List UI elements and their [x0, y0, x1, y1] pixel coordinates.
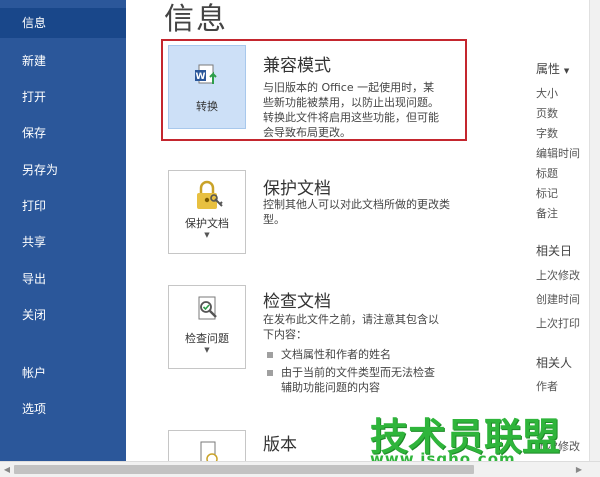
- prop-title: 标题: [536, 167, 558, 180]
- backstage-sidebar: 信息 新建 打开 保存 另存为 打印 共享 导出 关闭 帐户 选项: [0, 0, 126, 461]
- nav-save[interactable]: 保存: [0, 118, 126, 148]
- chevron-down-icon: ▼: [204, 346, 210, 354]
- inspect-description: 在发布此文件之前，请注意其包含以下内容：: [263, 313, 439, 341]
- protect-title: 保护文档: [263, 179, 331, 199]
- prop-author: 作者: [536, 380, 558, 393]
- versions-title: 版本: [263, 435, 297, 455]
- nav-options[interactable]: 选项: [0, 394, 126, 424]
- nav-new[interactable]: 新建: [0, 46, 126, 76]
- highlight-frame: [161, 39, 467, 141]
- scrollbar-thumb[interactable]: [14, 465, 474, 474]
- protect-description: 控制其他人可以对此文档所做的更改类型。: [263, 198, 450, 226]
- nav-print[interactable]: 打印: [0, 191, 126, 221]
- related-people-header: 相关人: [536, 356, 573, 370]
- check-issues-label: 检查问题: [185, 332, 229, 345]
- prop-created: 创建时间: [536, 293, 580, 306]
- protect-label: 保护文档: [185, 217, 229, 230]
- prop-last-modified: 上次修改: [536, 269, 580, 282]
- page-title: 信息: [164, 2, 228, 37]
- scroll-left-icon[interactable]: ◀: [2, 464, 12, 475]
- prop-words: 字数: [536, 127, 558, 140]
- nav-save-as[interactable]: 另存为: [0, 155, 126, 185]
- inspect-bullet: 文档属性和作者的姓名: [265, 347, 445, 362]
- nav-export[interactable]: 导出: [0, 264, 126, 294]
- chevron-down-icon: ▼: [204, 231, 210, 239]
- nav-close[interactable]: 关闭: [0, 300, 126, 330]
- nav-info[interactable]: 信息: [0, 8, 126, 38]
- nav-open[interactable]: 打开: [0, 82, 126, 112]
- inspect-title: 检查文档: [263, 292, 331, 312]
- prop-edit-time: 编辑时间: [536, 147, 580, 160]
- prop-last-printed: 上次打印: [536, 317, 580, 330]
- vertical-scrollbar[interactable]: [589, 0, 600, 461]
- prop-comments: 备注: [536, 207, 558, 220]
- versions-icon: [200, 441, 218, 461]
- protect-document-button[interactable]: 保护文档 ▼: [168, 170, 246, 254]
- properties-header[interactable]: 属性 ▼: [536, 60, 569, 77]
- prop-size: 大小: [536, 87, 558, 100]
- chevron-down-icon: ▼: [563, 67, 570, 75]
- check-for-issues-button[interactable]: 检查问题 ▼: [168, 285, 246, 369]
- watermark-logo: 技术员联盟 www.jsgho.com: [370, 406, 560, 468]
- horizontal-scrollbar[interactable]: ◀ ▶: [0, 461, 600, 477]
- prop-tags: 标记: [536, 187, 558, 200]
- scroll-right-icon[interactable]: ▶: [574, 464, 584, 475]
- prop-pages: 页数: [536, 107, 558, 120]
- manage-versions-button[interactable]: [168, 430, 246, 461]
- inspect-document-icon: [198, 296, 217, 320]
- related-dates-header: 相关日: [536, 244, 573, 258]
- inspect-bullet: 由于当前的文件类型而无法检查辅助功能问题的内容: [265, 365, 445, 395]
- nav-account[interactable]: 帐户: [0, 358, 126, 388]
- lock-key-icon: [197, 180, 223, 209]
- nav-share[interactable]: 共享: [0, 227, 126, 257]
